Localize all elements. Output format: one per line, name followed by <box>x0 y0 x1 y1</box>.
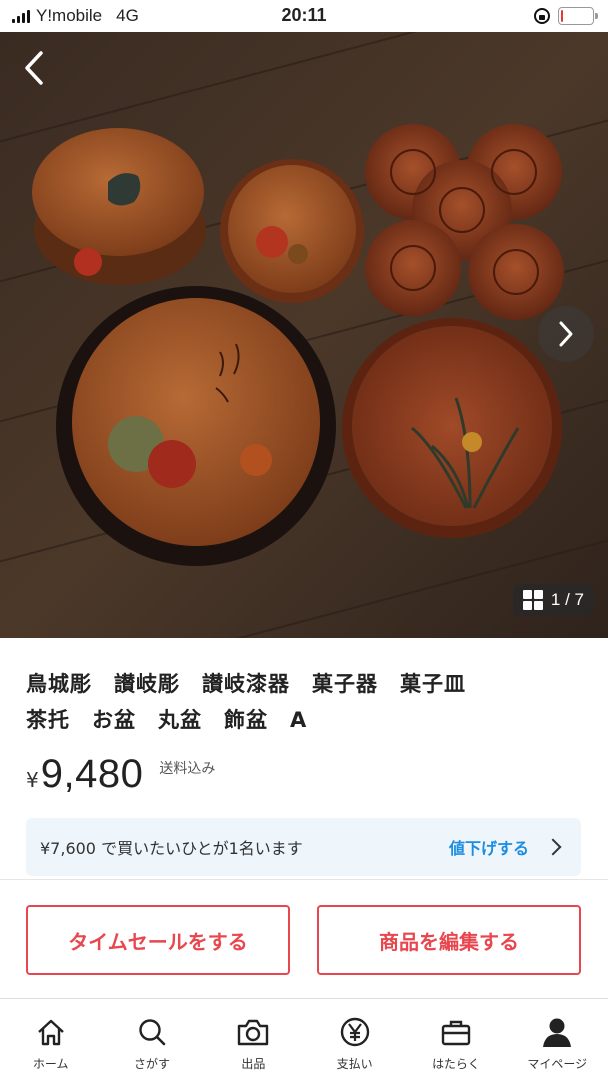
divider <box>0 879 608 880</box>
user-icon <box>540 1015 574 1049</box>
price-down-link[interactable]: 値下げする <box>449 835 529 859</box>
image-counter-label: 1 / 7 <box>550 590 584 609</box>
status-right <box>534 7 598 25</box>
price-row: ¥ 9,480 送料込み <box>26 752 215 797</box>
currency-symbol: ¥ <box>26 768 39 792</box>
product-image <box>0 32 608 638</box>
tab-label: さがす <box>133 1057 170 1071</box>
chevron-left-icon <box>25 51 43 85</box>
tab-work[interactable]: はたらく <box>405 999 506 1080</box>
item-photo[interactable]: 1 / 7 <box>0 32 608 638</box>
camera-icon <box>236 1015 270 1049</box>
yen-icon <box>338 1015 372 1049</box>
tab-label: はたらく <box>432 1057 480 1071</box>
chevron-right-icon <box>544 838 562 856</box>
edit-item-button[interactable]: 商品を編集する <box>317 905 581 975</box>
bottom-tab-bar: ホーム さがす 出品 支払い はたらく マイページ <box>0 998 608 1080</box>
grid-icon <box>522 590 543 610</box>
next-image-button[interactable] <box>538 306 594 362</box>
item-title-block: 鳥城彫 讃岐彫 讃岐漆器 菓子器 菓子皿 茶托 お盆 丸盆 飾盆 A <box>26 666 586 738</box>
home-icon <box>34 1015 68 1049</box>
tab-listing[interactable]: 出品 <box>203 999 304 1080</box>
offer-text: ¥7,600 で買いたいひとが1名います <box>40 839 303 858</box>
briefcase-icon <box>439 1015 473 1049</box>
time-sale-button[interactable]: タイムセールをする <box>26 905 290 975</box>
offer-banner[interactable]: ¥7,600 で買いたいひとが1名います 値下げする <box>26 818 581 876</box>
status-bar: Y!mobile 4G 20:11 <box>0 0 608 32</box>
orientation-lock-icon <box>534 8 550 24</box>
tab-label: マイページ <box>527 1057 588 1071</box>
tab-payment[interactable]: 支払い <box>304 999 405 1080</box>
chevron-right-icon <box>559 321 573 347</box>
tab-label: 出品 <box>241 1057 266 1071</box>
back-button[interactable] <box>14 46 54 90</box>
status-time: 20:11 <box>281 5 327 25</box>
tab-label: ホーム <box>32 1057 69 1071</box>
item-title: 鳥城彫 讃岐彫 讃岐漆器 菓子器 菓子皿 茶托 お盆 丸盆 飾盆 A <box>26 672 466 732</box>
battery-icon <box>558 7 598 25</box>
tab-search[interactable]: さがす <box>101 999 202 1080</box>
tab-home[interactable]: ホーム <box>0 999 101 1080</box>
image-counter[interactable]: 1 / 7 <box>512 584 594 616</box>
battery-fill <box>561 10 564 22</box>
tab-mypage[interactable]: マイページ <box>507 999 608 1080</box>
item-price: 9,480 <box>40 752 144 796</box>
search-icon <box>135 1015 169 1049</box>
tab-label: 支払い <box>336 1057 373 1071</box>
shipping-note: 送料込み <box>159 761 216 777</box>
